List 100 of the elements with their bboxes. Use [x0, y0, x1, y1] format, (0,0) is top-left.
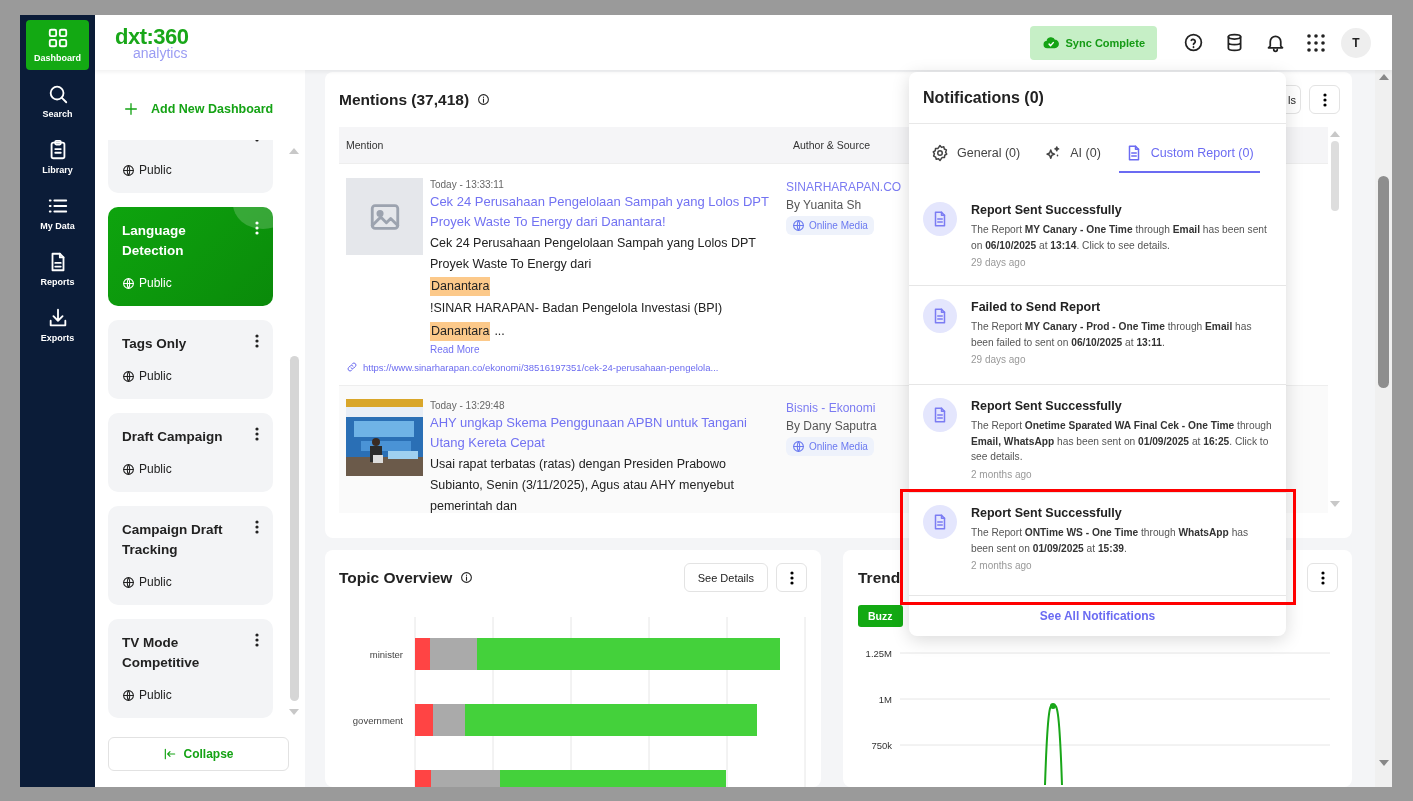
notification-title: Report Sent Successfully: [971, 398, 1123, 414]
notification-item[interactable]: Report Sent Successfully The Report MY Canary - One Time through Email has been sent on 06/10/2025 at 13:14. Click to see details. 29 days ago: [909, 189, 1286, 286]
category-label: minister: [369, 649, 403, 660]
more-button[interactable]: [1309, 85, 1340, 114]
nav-item[interactable]: Library: [26, 132, 89, 182]
author-name: By Yuanita Sh: [786, 197, 862, 214]
apps-grid-icon: [1307, 33, 1325, 52]
more-icon: [255, 221, 259, 235]
notification-message: The Report ONTime WS - One Time through WhatsApp has been sent on 01/09/2025 at 15:39.: [971, 526, 1250, 556]
visibility-label: Public: [139, 575, 172, 589]
dashboard-card[interactable]: Campaign Draft Tracking Public: [108, 506, 273, 605]
see-all-notifications-link[interactable]: See All Notifications: [1033, 608, 1162, 624]
more-icon: [789, 570, 794, 585]
logo-tagline: analytics: [133, 45, 189, 60]
notification-title: Failed to Send Report: [971, 299, 1102, 315]
info-icon: [477, 93, 491, 106]
notification-title: Report Sent Successfully: [971, 202, 1123, 218]
notification-age: 2 months ago: [971, 468, 1033, 480]
notification-tab[interactable]: AI (0): [1038, 135, 1107, 173]
nav-item[interactable]: My Data: [26, 188, 89, 238]
snippet-text: ...: [494, 323, 505, 340]
column-header: Mention: [345, 139, 385, 151]
nav-item[interactable]: Search: [26, 76, 89, 126]
axis-tick-label: 1M: [878, 694, 892, 705]
snippet-text: !SINAR HARAPAN- Badan Pengelola Investasi (BPI): [430, 300, 723, 317]
globe-icon: [122, 369, 135, 383]
column-header: Author & Source: [793, 139, 871, 151]
more-icon: [255, 520, 259, 534]
notification-item[interactable]: Failed to Send Report The Report MY Canary - Prod - One Time through Email has been failed to sent on 06/10/2025 at 13:11. 29 days ago: [909, 286, 1286, 385]
notification-message: The Report MY Canary - One Time through Email has been sent on 06/10/2025 at 13:14. Click to see details.: [971, 223, 1268, 253]
mention-time: Today - 13:29:48: [430, 399, 506, 413]
mention-url-link[interactable]: https://www.sinarharapan.co/ekonomi/38516197351/cek-24-perusahaan-pengelola...: [363, 361, 719, 373]
more-icon: [255, 633, 259, 647]
notification-age: 2 months ago: [971, 560, 1033, 571]
axis-tick-label: 750k: [871, 740, 892, 751]
dashboard-title: Tags Only: [122, 335, 187, 353]
dashboard-title: Draft Campaign: [122, 428, 223, 446]
snippet-text: Usai rapat terbatas (ratas) dengan Presiden Prabowo Subianto, Senin (3/11/2025), Agus atau AHY menyebut pemerintah dan: [430, 456, 735, 513]
link-icon: [346, 361, 358, 373]
globe-icon: [122, 575, 135, 589]
user-avatar[interactable]: T: [1341, 27, 1371, 58]
dashboard-card[interactable]: Tags Only Public: [108, 320, 273, 399]
dashboard-card[interactable]: Public: [108, 140, 273, 193]
dashboard-title: Campaign Draft Tracking: [122, 521, 224, 559]
snippet-text: Cek 24 Perusahaan Pengelolaan Sampah yang Lolos DPT Proyek Waste To Energy dari: [430, 235, 757, 273]
media-type-tag: Online Media: [786, 216, 874, 235]
read-more-link[interactable]: Read More: [430, 343, 775, 357]
more-button[interactable]: [776, 563, 807, 592]
card-title: Trend: [858, 568, 901, 587]
card-title: Topic Overview: [339, 568, 453, 587]
nav-item[interactable]: Exports: [26, 300, 89, 350]
globe-icon: [122, 688, 135, 702]
notification-age: 29 days ago: [971, 257, 1027, 268]
nav-item[interactable]: Reports: [26, 244, 89, 294]
notification-item[interactable]: Report Sent Successfully The Report Onetime Sparated WA Final Cek - One Time through Email, WhatsApp has been sent on 01/09/2025 at 16:25. Click to see details. 2 months ago: [909, 385, 1286, 493]
info-icon: [460, 571, 474, 584]
see-details-button[interactable]: See Details: [683, 563, 768, 592]
more-icon: [1322, 92, 1327, 107]
dashboard-card[interactable]: Language Detection Public: [108, 207, 273, 306]
author-name: By Dany Saputra: [786, 418, 877, 435]
mention-time: Today - 13:33:11: [430, 178, 505, 192]
notification-tab[interactable]: Custom Report (0): [1118, 135, 1260, 173]
notification-title: Report Sent Successfully: [971, 505, 1123, 521]
highlighted-keyword: Danantara: [430, 322, 491, 341]
notification-message: The Report MY Canary - Prod - One Time through Email has been failed to sent on 06/10/2025 at 13:11.: [971, 320, 1253, 350]
more-icon: [255, 334, 259, 348]
highlighted-keyword: Danantara: [430, 277, 491, 296]
page-scrollbar[interactable]: [1375, 70, 1392, 787]
notification-item[interactable]: Report Sent Successfully The Report ONTime WS - One Time through WhatsApp has been sent on 01/09/2025 at 15:39. 2 months ago: [909, 492, 1286, 596]
sync-label: Sync Complete: [1065, 36, 1145, 49]
globe-icon: [792, 440, 805, 453]
collapse-icon: [163, 747, 178, 761]
dashboard-icon: [46, 27, 69, 49]
card-title: Mentions (37,418): [339, 90, 470, 109]
axis-tick-label: 1.25M: [865, 648, 892, 659]
more-button[interactable]: [1307, 563, 1338, 592]
mention-title-link[interactable]: AHY ungkap Skema Penggunaan APBN untuk Tangani Utang Kereta Cepat: [430, 413, 775, 453]
gear-icon: [931, 144, 949, 162]
notification-message: The Report Onetime Sparated WA Final Cek - One Time through Email, WhatsApp has been sent on 01/09/2025 at 16:25. Click to see details.: [971, 419, 1272, 464]
source-link[interactable]: SINARHARAPAN.CO: [786, 178, 902, 196]
dashboard-card[interactable]: Draft Campaign Public: [108, 413, 273, 492]
dashboard-title: Language Detection: [122, 222, 187, 260]
globe-icon: [122, 276, 135, 290]
more-icon: [255, 427, 259, 441]
plus-icon: [123, 101, 139, 117]
dashboard-card[interactable]: TV Mode Competitive Public: [108, 619, 273, 718]
notification-tab[interactable]: General (0): [925, 135, 1027, 173]
media-type-tag: Online Media: [786, 437, 874, 456]
category-label: government: [352, 715, 403, 726]
panel-title: Notifications (0): [909, 72, 1286, 124]
visibility-label: Public: [139, 163, 172, 177]
globe-icon: [122, 163, 135, 177]
help-icon: [1182, 32, 1204, 53]
globe-icon: [122, 462, 135, 476]
notification-age: 29 days ago: [971, 354, 1027, 365]
mention-title-link[interactable]: Cek 24 Perusahaan Pengelolaan Sampah yang Lolos DPT Proyek Waste To Energy dari Danantara!: [430, 192, 775, 232]
visibility-label: Public: [139, 688, 172, 702]
source-link[interactable]: Bisnis - Ekonomi: [786, 399, 876, 417]
logo-text: dxt:360: [115, 25, 189, 48]
visibility-label: Public: [139, 369, 172, 383]
